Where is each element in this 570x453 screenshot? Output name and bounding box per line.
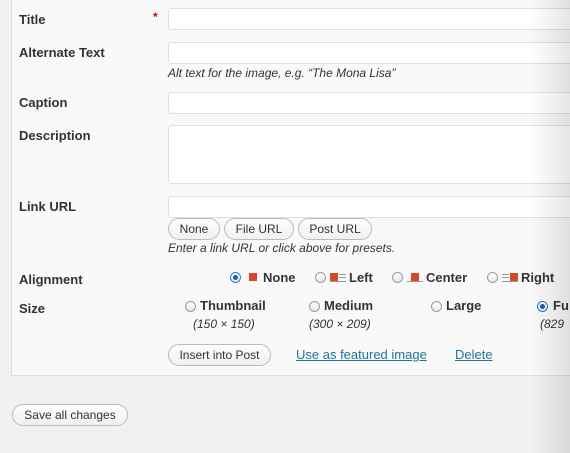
- description-label: Description: [19, 128, 91, 143]
- link-file-url-button[interactable]: File URL: [224, 218, 294, 240]
- align-left-icon: [330, 273, 346, 282]
- align-right-label[interactable]: Right: [521, 270, 554, 285]
- required-marker: *: [153, 10, 158, 24]
- size-thumbnail-radio[interactable]: [185, 301, 196, 312]
- link-url-help: Enter a link URL or click above for pres…: [168, 241, 396, 255]
- alt-text-label: Alternate Text: [19, 45, 105, 60]
- align-none-radio[interactable]: [230, 272, 241, 283]
- link-url-label: Link URL: [19, 199, 77, 214]
- link-url-input[interactable]: [168, 196, 570, 218]
- align-center-radio[interactable]: [392, 272, 403, 283]
- delete-link[interactable]: Delete: [455, 347, 493, 362]
- size-medium-radio[interactable]: [309, 301, 320, 312]
- size-full-label[interactable]: Fu: [553, 298, 569, 313]
- insert-into-post-button[interactable]: Insert into Post: [168, 344, 271, 366]
- align-left-radio[interactable]: [315, 272, 326, 283]
- description-textarea[interactable]: [168, 125, 570, 184]
- align-none-label[interactable]: None: [263, 270, 296, 285]
- size-medium-dims: (300 × 209): [309, 317, 371, 331]
- use-featured-image-link[interactable]: Use as featured image: [296, 347, 427, 362]
- save-all-changes-button[interactable]: Save all changes: [12, 404, 128, 426]
- size-thumbnail-dims: (150 × 150): [193, 317, 255, 331]
- link-none-button[interactable]: None: [168, 218, 220, 240]
- align-center-icon: [407, 273, 423, 282]
- size-medium-label[interactable]: Medium: [324, 298, 373, 313]
- align-none-icon: [245, 273, 261, 282]
- link-post-url-button[interactable]: Post URL: [298, 218, 372, 240]
- size-full-radio[interactable]: [537, 301, 548, 312]
- title-label: Title: [19, 12, 46, 27]
- title-input[interactable]: [168, 8, 570, 30]
- size-label: Size: [19, 301, 46, 316]
- size-large-label[interactable]: Large: [446, 298, 481, 313]
- caption-input[interactable]: [168, 92, 570, 114]
- align-right-radio[interactable]: [487, 272, 498, 283]
- align-right-icon: [502, 273, 518, 282]
- caption-label: Caption: [19, 95, 68, 110]
- align-center-label[interactable]: Center: [426, 270, 467, 285]
- size-full-dims: (829: [540, 317, 565, 331]
- alignment-label: Alignment: [19, 272, 83, 287]
- alt-text-help: Alt text for the image, e.g. “The Mona L…: [168, 66, 396, 80]
- size-large-radio[interactable]: [431, 301, 442, 312]
- align-left-label[interactable]: Left: [349, 270, 373, 285]
- size-thumbnail-label[interactable]: Thumbnail: [200, 298, 266, 313]
- alt-text-input[interactable]: [168, 42, 570, 64]
